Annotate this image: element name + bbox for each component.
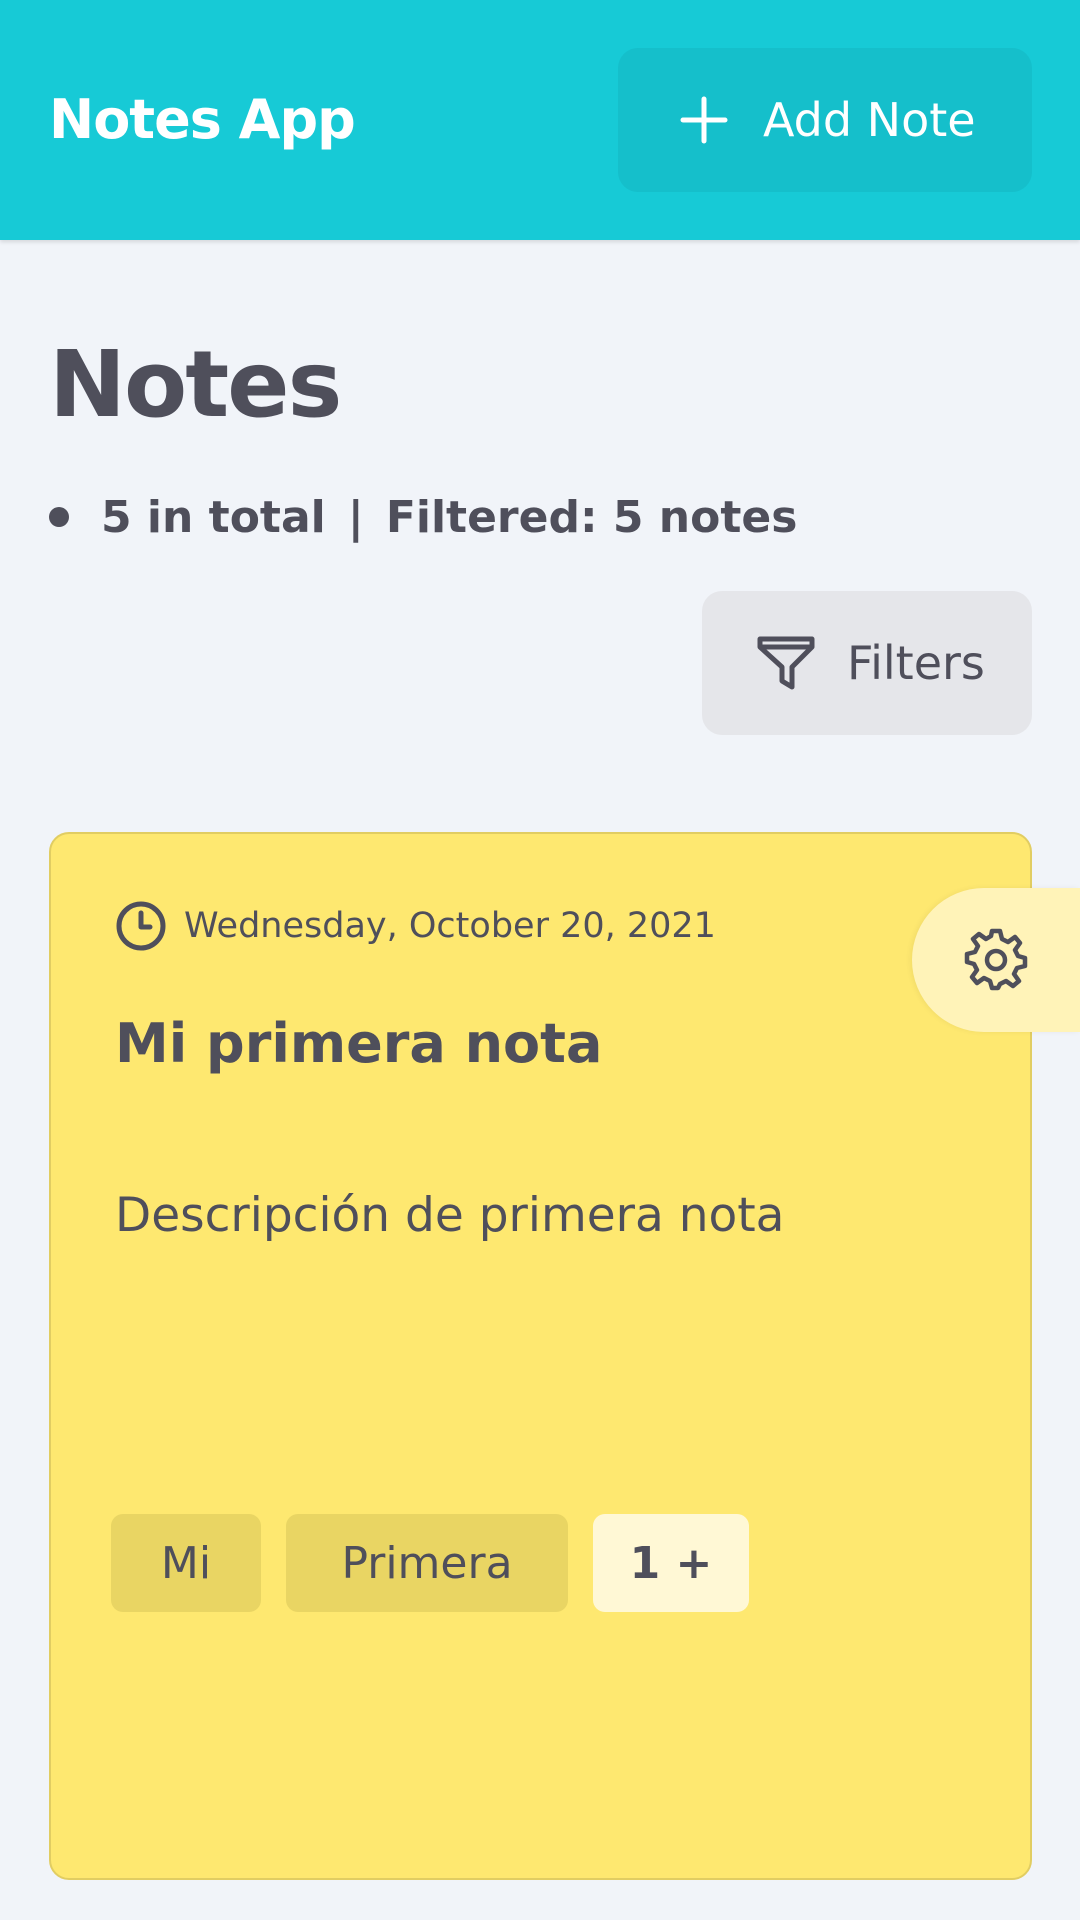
notes-summary: 5 in total | Filtered: 5 notes (49, 487, 797, 547)
summary-separator: | (347, 491, 364, 543)
plus-icon (680, 96, 728, 144)
app-header: Notes App Add Note (0, 0, 1080, 240)
gear-icon (964, 928, 1028, 991)
clock-icon (116, 901, 166, 951)
filters-button[interactable]: Filters (702, 591, 1032, 735)
add-note-button[interactable]: Add Note (618, 48, 1032, 192)
note-date: Wednesday, October 20, 2021 (184, 906, 716, 946)
filters-label: Filters (847, 636, 985, 690)
app-title: Notes App (49, 88, 356, 151)
note-description: Descripción de primera nota (115, 1188, 785, 1243)
more-tags-button[interactable]: 1 + (593, 1514, 749, 1612)
bullet-dot (49, 507, 69, 527)
add-note-label: Add Note (763, 93, 976, 147)
funnel-icon (757, 636, 815, 690)
note-card[interactable]: Wednesday, October 20, 2021 Mi primera n… (49, 832, 1032, 1880)
total-count: 5 in total (101, 491, 326, 543)
note-title: Mi primera nota (115, 1012, 603, 1075)
note-date-row: Wednesday, October 20, 2021 (115, 900, 716, 952)
note-settings-button[interactable] (912, 888, 1080, 1032)
page-title: Notes (49, 331, 342, 438)
note-tag: Primera (286, 1514, 568, 1612)
filtered-count: Filtered: 5 notes (385, 491, 798, 543)
note-tag: Mi (111, 1514, 261, 1612)
